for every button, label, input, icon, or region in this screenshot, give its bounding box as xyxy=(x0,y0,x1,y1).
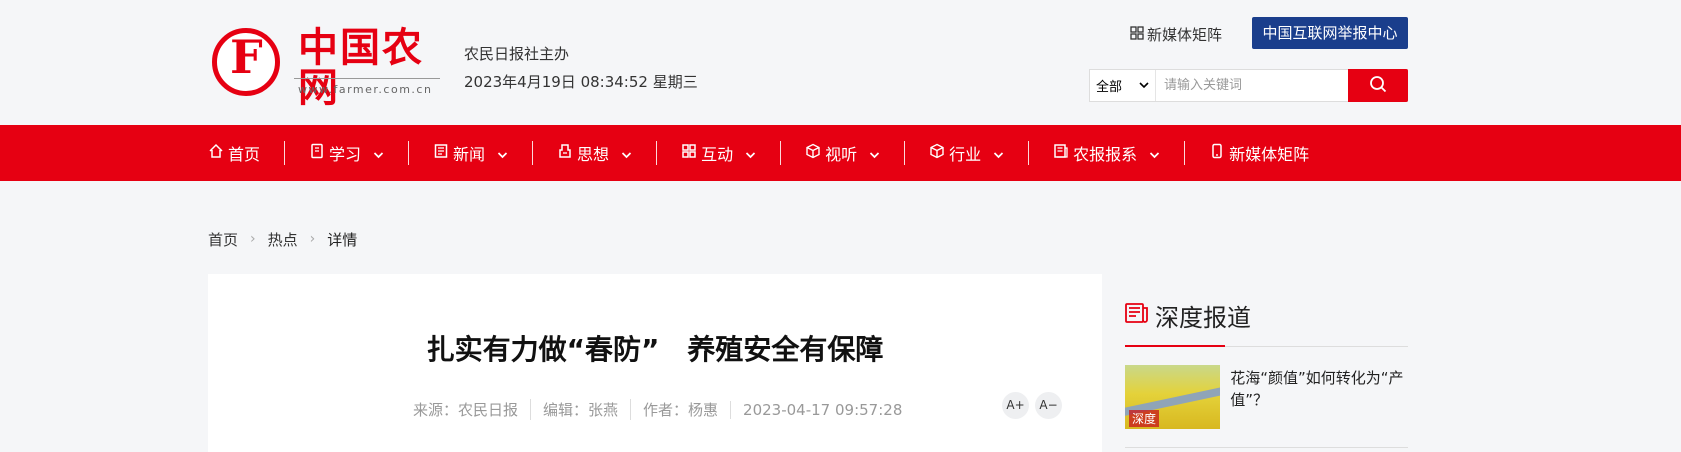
search-input[interactable] xyxy=(1156,70,1348,101)
book-icon xyxy=(309,143,325,163)
sponsor-text: 农民日报社主办 xyxy=(464,45,570,63)
chevron-right-icon: › xyxy=(250,231,256,247)
sidebar-title: 深度报道 xyxy=(1155,303,1251,332)
sidebar-header: 深度报道 xyxy=(1125,274,1408,347)
lightbulb-icon xyxy=(557,143,573,163)
chevron-down-icon xyxy=(745,144,756,163)
breadcrumb: 首页 › 热点 › 详情 xyxy=(208,223,1408,255)
main-nav: 首页 学习 新闻 思想 互动 视听 行业 农报报系 新媒体矩阵 xyxy=(0,125,1681,181)
nav-item-label: 新媒体矩阵 xyxy=(1229,145,1310,164)
nav-item-label: 首页 xyxy=(228,145,261,164)
sidebar: 深度报道 深度 花海“颜值”如何转化为“产值”？ xyxy=(1125,274,1408,448)
chevron-down-icon xyxy=(869,144,880,163)
nav-item-4[interactable]: 互动 xyxy=(656,141,780,165)
logo-title: 中国农网 xyxy=(298,24,424,111)
grid-icon xyxy=(681,143,697,163)
article-source: 来源：农民日报 xyxy=(413,401,519,419)
search-icon xyxy=(1369,75,1387,97)
logo-url: www.farmer.com.cn xyxy=(298,83,433,96)
search-bar: 全部 xyxy=(1089,69,1408,102)
current-datetime: 2023年4月19日 08:34:52 星期三 xyxy=(464,73,698,91)
article-editor: 编辑：张燕 xyxy=(530,399,630,420)
nav-item-label: 视听 xyxy=(825,145,858,164)
nav-item-label: 互动 xyxy=(701,145,734,164)
search-scope-value: 全部 xyxy=(1096,80,1123,95)
search-button[interactable] xyxy=(1348,69,1408,102)
chevron-down-icon xyxy=(1139,78,1149,93)
chevron-down-icon xyxy=(621,144,632,163)
sidebar-item-thumbnail: 深度 xyxy=(1125,365,1221,429)
site-logo[interactable]: F 中国农网 www.farmer.com.cn xyxy=(208,26,440,108)
content-area: 扎实有力做“春防” 养殖安全有保障 来源：农民日报 编辑：张燕 作者：杨惠 20… xyxy=(208,274,1408,452)
breadcrumb-home[interactable]: 首页 xyxy=(208,229,238,250)
news-icon xyxy=(433,143,449,163)
article-panel: 扎实有力做“春防” 养殖安全有保障 来源：农民日报 编辑：张燕 作者：杨惠 20… xyxy=(208,274,1102,452)
nav-inner: 首页 学习 新闻 思想 互动 视听 行业 农报报系 新媒体矩阵 xyxy=(208,125,1408,181)
font-decrease-button[interactable]: A− xyxy=(1035,392,1062,419)
article-meta: 来源：农民日报 编辑：张燕 作者：杨惠 2023-04-17 09:57:28 xyxy=(413,399,914,420)
cube-icon xyxy=(805,143,821,163)
home-icon xyxy=(208,143,224,163)
chevron-down-icon xyxy=(497,144,508,163)
header-info: 农民日报社主办 2023年4月19日 08:34:52 星期三 xyxy=(464,40,698,96)
report-center-button[interactable]: 中国互联网举报中心 xyxy=(1252,17,1408,49)
nav-item-label: 行业 xyxy=(949,145,982,164)
font-size-controls: A+ A− xyxy=(1002,392,1062,419)
grid-icon xyxy=(1130,25,1144,44)
search-scope-select[interactable]: 全部 xyxy=(1090,70,1156,101)
article-author: 作者：杨惠 xyxy=(630,399,730,420)
chevron-down-icon xyxy=(1149,144,1160,163)
new-media-label: 新媒体矩阵 xyxy=(1147,26,1223,44)
breadcrumb-section[interactable]: 热点 xyxy=(268,229,298,250)
nav-item-8[interactable]: 新媒体矩阵 xyxy=(1184,141,1333,165)
sidebar-item-title: 花海“颜值”如何转化为“产值”？ xyxy=(1230,369,1404,409)
article-published-time: 2023-04-17 09:57:28 xyxy=(730,400,914,419)
nav-item-1[interactable]: 学习 xyxy=(284,141,408,165)
breadcrumb-current: 详情 xyxy=(327,230,358,249)
site-header: F 中国农网 www.farmer.com.cn 农民日报社主办 2023年4月… xyxy=(208,0,1408,125)
newspaper-icon xyxy=(1053,143,1069,163)
nav-item-3[interactable]: 思想 xyxy=(532,141,656,165)
box-icon xyxy=(929,143,945,163)
chevron-down-icon xyxy=(373,144,384,163)
nav-item-2[interactable]: 新闻 xyxy=(408,141,532,165)
nav-item-label: 学习 xyxy=(329,145,362,164)
font-increase-button[interactable]: A+ xyxy=(1002,392,1029,419)
phone-icon xyxy=(1209,143,1225,163)
newspaper-icon xyxy=(1125,303,1149,327)
nav-item-label: 思想 xyxy=(577,145,610,164)
nav-item-7[interactable]: 农报报系 xyxy=(1028,141,1184,165)
article-title: 扎实有力做“春防” 养殖安全有保障 xyxy=(426,333,884,366)
thumbnail-tag: 深度 xyxy=(1129,410,1160,427)
chevron-down-icon xyxy=(993,144,1004,163)
chevron-right-icon: › xyxy=(309,231,316,247)
nav-item-6[interactable]: 行业 xyxy=(904,141,1028,165)
logo-divider xyxy=(294,78,440,79)
new-media-link[interactable]: 新媒体矩阵 xyxy=(1130,24,1222,45)
nav-item-5[interactable]: 视听 xyxy=(780,141,904,165)
logo-f-letter: F xyxy=(230,30,263,84)
nav-item-0[interactable]: 首页 xyxy=(208,141,284,165)
nav-item-label: 农报报系 xyxy=(1073,145,1138,164)
nav-item-label: 新闻 xyxy=(453,145,486,164)
sidebar-list-item[interactable]: 深度 花海“颜值”如何转化为“产值”？ xyxy=(1125,347,1408,448)
